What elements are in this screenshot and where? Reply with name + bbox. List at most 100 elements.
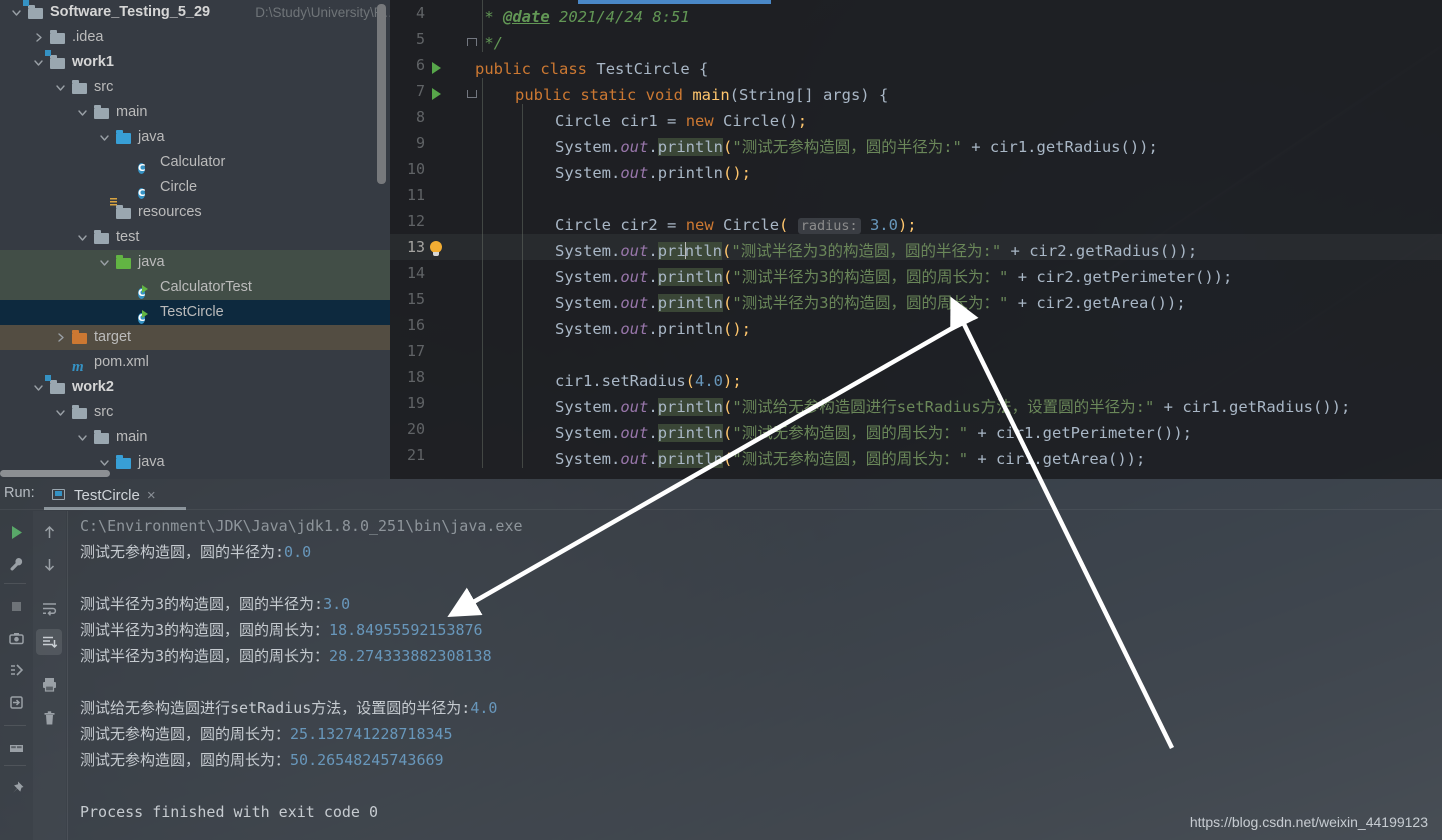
tree-node-label: src bbox=[94, 79, 114, 95]
chevron-down-icon[interactable] bbox=[98, 250, 110, 275]
string-literal-l13: "测试半径为3的构造圆，圆的半径为:" bbox=[731, 242, 1002, 260]
module-folder-icon bbox=[45, 375, 66, 395]
code-text[interactable]: * @date 2021/4/24 8:51 */ public class T… bbox=[475, 0, 1442, 479]
chevron-down-icon[interactable] bbox=[76, 425, 88, 450]
line-number: 16 bbox=[406, 316, 425, 334]
line-number: 21 bbox=[406, 446, 425, 464]
java-class-icon: C bbox=[138, 188, 146, 199]
chevron-right-icon[interactable] bbox=[32, 25, 44, 50]
clear-all-button[interactable] bbox=[36, 705, 62, 731]
kw-class: class bbox=[540, 60, 588, 78]
console-line: 测试半径为3的构造圆，圆的半径为:3.0 bbox=[80, 595, 351, 613]
chevron-down-icon[interactable] bbox=[76, 225, 88, 250]
run-gutter-icon[interactable] bbox=[432, 62, 441, 74]
console-output[interactable]: C:\Environment\JDK\Java\jdk1.8.0_251\bin… bbox=[68, 511, 1442, 840]
tree-node-label: target bbox=[94, 329, 132, 345]
toolbar-divider bbox=[4, 725, 26, 726]
tree-node-label: Calculator bbox=[160, 154, 226, 170]
string-literal-l15: "测试半径为3的构造圆，圆的周长为：" bbox=[732, 294, 1009, 312]
project-vertical-scrollbar[interactable] bbox=[377, 4, 386, 184]
chevron-down-icon[interactable] bbox=[76, 100, 88, 125]
ide-window: 4 5 6 7 8 9 10 11 12 13 14 15 16 17 18 19 20 21 * @date 2… bbox=[0, 0, 1442, 840]
string-literal-l19: "测试给无参构造圆进行setRadius方法，设置圆的半径为:" bbox=[732, 398, 1155, 416]
tree-node-work2[interactable]: work2 bbox=[0, 375, 390, 400]
expr-l20: + cir1.getPerimeter()); bbox=[968, 424, 1192, 442]
tree-node-resources[interactable]: resources bbox=[0, 198, 390, 225]
chevron-down-icon[interactable] bbox=[98, 125, 110, 150]
tree-node-circle[interactable]: C Circle bbox=[0, 175, 390, 200]
settings-button[interactable] bbox=[3, 551, 29, 577]
scroll-to-end-button[interactable] bbox=[36, 629, 62, 655]
up-button[interactable] bbox=[36, 519, 62, 545]
project-tool-window[interactable]: Software_Testing_5_29 D:\Study\University… bbox=[0, 0, 390, 479]
tree-node-main[interactable]: main bbox=[0, 100, 390, 125]
chevron-down-icon[interactable] bbox=[32, 50, 44, 75]
chevron-down-icon[interactable] bbox=[32, 375, 44, 400]
tree-node-test[interactable]: test bbox=[0, 225, 390, 250]
toolbar-divider bbox=[4, 583, 26, 584]
stop-button[interactable] bbox=[3, 593, 29, 619]
chevron-down-icon[interactable] bbox=[54, 400, 66, 425]
kw-public-static-void: public static void bbox=[515, 86, 683, 104]
run-gutter-icon[interactable] bbox=[432, 88, 441, 100]
line-number: 10 bbox=[406, 160, 425, 178]
run-tool-window[interactable]: Run: TestCircle × C:\Environment\JDK\Jav… bbox=[0, 479, 1442, 840]
string-literal-l14: "测试半径为3的构造圆，圆的周长为：" bbox=[732, 268, 1009, 286]
line-number: 17 bbox=[406, 342, 425, 360]
folder-icon bbox=[94, 105, 110, 120]
run-secondary-toolbar[interactable] bbox=[33, 511, 66, 840]
tree-node-src[interactable]: src bbox=[0, 75, 390, 100]
source-folder-icon bbox=[116, 130, 132, 145]
print-button[interactable] bbox=[36, 671, 62, 697]
tree-node-java[interactable]: java bbox=[0, 250, 390, 275]
line-number: 19 bbox=[406, 394, 425, 412]
expr-l14: + cir2.getPerimeter()); bbox=[1008, 268, 1233, 286]
console-line: 测试半径为3的构造圆，圆的周长为：18.84955592153876 bbox=[80, 621, 483, 639]
close-icon[interactable]: × bbox=[147, 487, 156, 504]
tree-node-calculatortest[interactable]: C CalculatorTest bbox=[0, 275, 390, 300]
tree-node-main[interactable]: main bbox=[0, 425, 390, 450]
tree-node-pom-xml[interactable]: m pom.xml bbox=[0, 350, 390, 375]
comment-close: */ bbox=[475, 34, 503, 52]
tree-node-calculator[interactable]: C Calculator bbox=[0, 150, 390, 175]
tree-node-label: work2 bbox=[72, 379, 114, 395]
chevron-right-icon[interactable] bbox=[54, 325, 66, 350]
project-horizontal-scrollbar[interactable] bbox=[0, 470, 110, 477]
intention-bulb-icon[interactable] bbox=[428, 241, 444, 257]
line-number: 5 bbox=[415, 30, 425, 48]
layout-button[interactable] bbox=[3, 735, 29, 761]
folder-icon bbox=[94, 230, 110, 245]
screenshot-button[interactable] bbox=[3, 625, 29, 651]
soft-wrap-button[interactable] bbox=[36, 595, 62, 621]
tree-node-src[interactable]: src bbox=[0, 400, 390, 425]
maven-file-icon: m bbox=[72, 359, 84, 375]
tree-node-label: Circle bbox=[160, 179, 198, 195]
run-primary-toolbar[interactable] bbox=[0, 511, 31, 840]
rerun-button[interactable] bbox=[3, 519, 29, 545]
project-path-label: D:\Study\University\R… bbox=[255, 5, 390, 20]
tree-node-target[interactable]: target bbox=[0, 325, 390, 350]
chevron-down-icon[interactable] bbox=[10, 0, 22, 25]
console-line: 测试无参构造圆，圆的半径为:0.0 bbox=[80, 543, 312, 561]
parameter-hint-radius: radius: bbox=[797, 218, 861, 234]
tree-node-software-testing-5-29[interactable]: Software_Testing_5_29 D:\Study\University… bbox=[0, 0, 390, 25]
tree-node-testcircle[interactable]: C TestCircle bbox=[0, 300, 390, 325]
csdn-watermark: https://blog.csdn.net/weixin_44199123 bbox=[1189, 814, 1428, 830]
tree-node-java[interactable]: java bbox=[0, 125, 390, 150]
pin-button[interactable] bbox=[3, 775, 29, 801]
run-configuration-tab[interactable]: TestCircle × bbox=[52, 481, 156, 509]
divider bbox=[0, 509, 1442, 510]
tree-node-work1[interactable]: work1 bbox=[0, 50, 390, 75]
tree-node-label: work1 bbox=[72, 54, 114, 70]
string-literal-l9: "测试无参构造圆，圆的半径为:" bbox=[732, 138, 962, 156]
tree-node--idea[interactable]: .idea bbox=[0, 25, 390, 50]
console-line: Process finished with exit code 0 bbox=[80, 803, 379, 821]
chevron-down-icon[interactable] bbox=[54, 75, 66, 100]
thread-dump-button[interactable] bbox=[3, 657, 29, 683]
expr-l9: + cir1.getRadius()); bbox=[961, 138, 1158, 156]
down-button[interactable] bbox=[36, 551, 62, 577]
editor-gutter[interactable]: 4 5 6 7 8 9 10 11 12 13 14 15 16 17 18 19 20 21 bbox=[390, 0, 477, 479]
expr-l15: + cir2.getArea()); bbox=[1008, 294, 1186, 312]
line-number: 7 bbox=[415, 82, 425, 100]
export-button[interactable] bbox=[3, 689, 29, 715]
